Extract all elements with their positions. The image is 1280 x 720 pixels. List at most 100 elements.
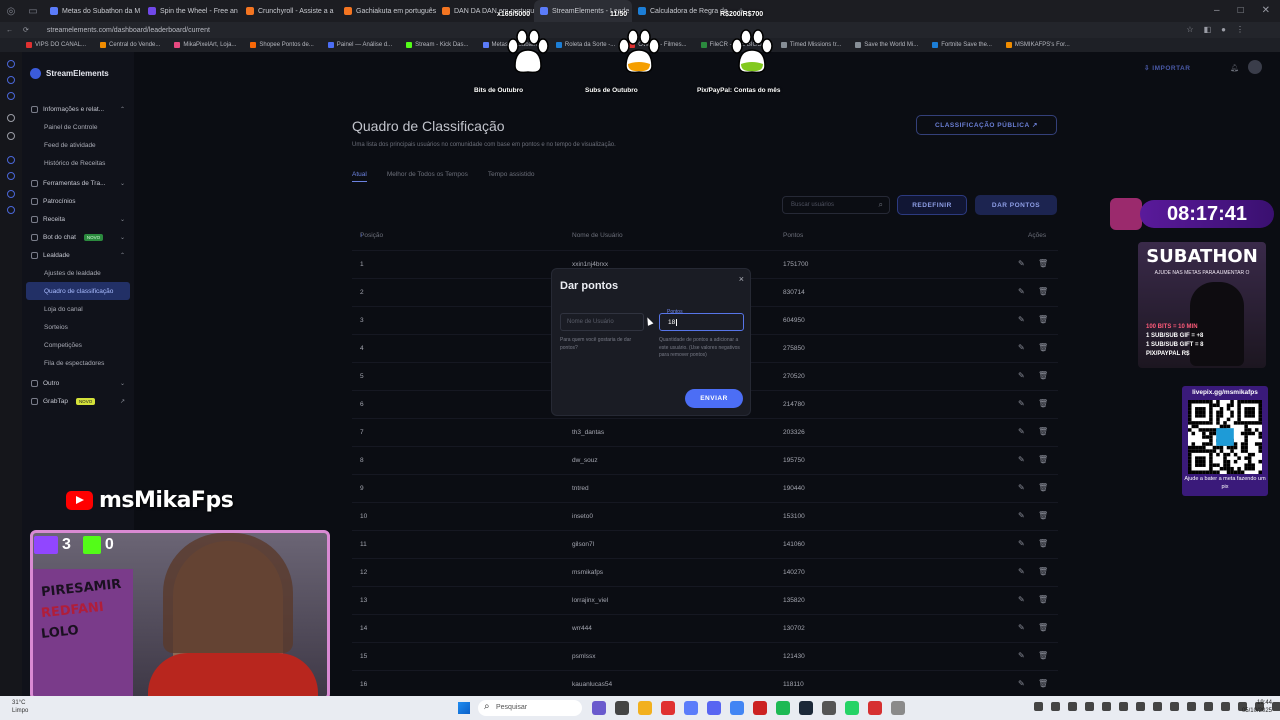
sidebar-item[interactable]: Sorteios bbox=[22, 318, 134, 336]
edit-icon[interactable]: ✎ bbox=[1018, 427, 1025, 436]
edit-icon[interactable]: ✎ bbox=[1018, 511, 1025, 520]
browser-tab[interactable]: Crunchyroll - Assiste a a bbox=[240, 0, 338, 22]
tray-icon[interactable] bbox=[1272, 702, 1280, 711]
app-icon[interactable] bbox=[753, 701, 767, 715]
edit-icon[interactable]: ✎ bbox=[1018, 483, 1025, 492]
sidebar-item[interactable]: Fila de espectadores bbox=[22, 354, 134, 372]
bookmark-item[interactable]: Fortnite Save the... bbox=[932, 42, 992, 48]
bookmark-item[interactable]: Central do Vende... bbox=[100, 42, 160, 48]
delete-icon[interactable]: 🗑︎ bbox=[1038, 679, 1048, 688]
reset-button[interactable]: REDEFINIR bbox=[897, 195, 967, 215]
import-button[interactable]: ⇩ IMPORTAR bbox=[1144, 64, 1190, 72]
profile-icon[interactable]: ● bbox=[1221, 25, 1226, 34]
bookmark-item[interactable]: Painel — Análise d... bbox=[327, 42, 392, 48]
bookmark-star-icon[interactable]: ☆ bbox=[1186, 25, 1193, 34]
sidebar-group[interactable]: Outro ⌄ bbox=[22, 374, 134, 392]
app-icon[interactable] bbox=[868, 701, 882, 715]
edit-icon[interactable]: ✎ bbox=[1018, 455, 1025, 464]
sidebar-group[interactable]: GrabTap NOVO ↗ bbox=[22, 392, 134, 410]
edit-icon[interactable]: ✎ bbox=[1018, 567, 1025, 576]
more-options-icon[interactable]: ⋮ bbox=[1236, 25, 1244, 34]
sidebar-item[interactable]: Competições bbox=[22, 336, 134, 354]
bookmark-item[interactable]: Timed Missions tr... bbox=[780, 42, 841, 48]
tray-icon[interactable] bbox=[1085, 702, 1094, 711]
clock[interactable]: 19:44 05/10/2025 bbox=[1242, 700, 1272, 716]
steam-icon[interactable] bbox=[799, 701, 813, 715]
browser-tab[interactable]: Calculadora de Regra de bbox=[632, 0, 730, 22]
avatar[interactable] bbox=[1248, 60, 1262, 74]
rail-app-icon[interactable] bbox=[7, 76, 15, 84]
give-points-button[interactable]: DAR PONTOS bbox=[975, 195, 1057, 215]
username-input[interactable]: Nome de Usuário bbox=[560, 313, 644, 331]
rail-app-icon[interactable] bbox=[7, 190, 15, 198]
edit-icon[interactable]: ✎ bbox=[1018, 315, 1025, 324]
app-icon[interactable] bbox=[822, 701, 836, 715]
bookmark-item[interactable]: MikaPixelArt, Loja... bbox=[174, 42, 236, 48]
delete-icon[interactable]: 🗑︎ bbox=[1038, 259, 1048, 268]
tray-icon[interactable] bbox=[1119, 702, 1128, 711]
tray-icon[interactable] bbox=[1051, 702, 1060, 711]
minimize-icon[interactable]: – bbox=[1214, 5, 1220, 16]
weather-widget[interactable]: 31°C Limpo bbox=[12, 700, 28, 716]
points-input[interactable]: 18 bbox=[659, 313, 744, 331]
app-icon[interactable] bbox=[661, 701, 675, 715]
spotify-icon[interactable] bbox=[776, 701, 790, 715]
sidebar-item[interactable]: Ajustes de lealdade bbox=[22, 264, 134, 282]
edit-icon[interactable]: ✎ bbox=[1018, 539, 1025, 548]
public-leaderboard-button[interactable]: CLASSIFICAÇÃO PÚBLICA ↗ bbox=[916, 115, 1057, 135]
delete-icon[interactable]: 🗑︎ bbox=[1038, 651, 1048, 660]
delete-icon[interactable]: 🗑︎ bbox=[1038, 287, 1048, 296]
sidebar-item[interactable]: Painel de Controle bbox=[22, 118, 134, 136]
edit-icon[interactable]: ✎ bbox=[1018, 623, 1025, 632]
folder-icon[interactable] bbox=[638, 701, 652, 715]
bookmark-item[interactable]: Stream - Kick Das... bbox=[406, 42, 469, 48]
delete-icon[interactable]: 🗑︎ bbox=[1038, 343, 1048, 352]
rail-app-icon[interactable] bbox=[7, 92, 15, 100]
sidebar-item[interactable]: Histórico de Receitas bbox=[22, 154, 134, 172]
edit-icon[interactable]: ✎ bbox=[1018, 399, 1025, 408]
tray-icon[interactable] bbox=[1221, 702, 1230, 711]
app-icon[interactable] bbox=[684, 701, 698, 715]
edit-icon[interactable]: ✎ bbox=[1018, 371, 1025, 380]
bookmark-item[interactable]: Shopee Pontos de... bbox=[250, 42, 314, 48]
tray-icon[interactable] bbox=[1068, 702, 1077, 711]
edit-icon[interactable]: ✎ bbox=[1018, 287, 1025, 296]
sidebar-group[interactable]: Informações e relat... ⌃ bbox=[22, 100, 134, 118]
edit-icon[interactable]: ✎ bbox=[1018, 259, 1025, 268]
close-window-icon[interactable]: ✕ bbox=[1262, 5, 1270, 16]
edit-icon[interactable]: ✎ bbox=[1018, 651, 1025, 660]
sidebar-item[interactable]: Quadro de classificação bbox=[26, 282, 130, 300]
delete-icon[interactable]: 🗑︎ bbox=[1038, 427, 1048, 436]
bookmark-item[interactable]: Roleta da Sorte -... bbox=[555, 42, 615, 48]
start-icon[interactable] bbox=[458, 702, 470, 714]
bookmark-item[interactable]: VIPS DO CANAL... bbox=[26, 42, 86, 48]
delete-icon[interactable]: 🗑︎ bbox=[1038, 371, 1048, 380]
app-icon[interactable] bbox=[592, 701, 606, 715]
sidebar-group[interactable]: Ferramentas de Tra... ⌄ bbox=[22, 174, 134, 192]
tray-icon[interactable] bbox=[1136, 702, 1145, 711]
tray-icon[interactable] bbox=[1034, 702, 1043, 711]
delete-icon[interactable]: 🗑︎ bbox=[1038, 455, 1048, 464]
rail-app-icon[interactable] bbox=[7, 60, 15, 68]
notifications-icon[interactable]: 🔔︎ bbox=[1230, 64, 1239, 72]
brand[interactable]: StreamElements bbox=[30, 68, 109, 79]
sidebar-group[interactable]: Receita ⌄ bbox=[22, 210, 134, 228]
edit-icon[interactable]: ✎ bbox=[1018, 679, 1025, 688]
taskbar-search[interactable]: Pesquisar bbox=[478, 700, 582, 716]
tray-icon[interactable] bbox=[1102, 702, 1111, 711]
tab-watch-time[interactable]: Tempo assistido bbox=[488, 171, 535, 182]
delete-icon[interactable]: 🗑︎ bbox=[1038, 511, 1048, 520]
delete-icon[interactable]: 🗑︎ bbox=[1038, 595, 1048, 604]
edit-icon[interactable]: ✎ bbox=[1018, 595, 1025, 604]
sidebar-group[interactable]: Patrocínios bbox=[22, 192, 134, 210]
browser-tab[interactable]: Gachiakuta em português bbox=[338, 0, 436, 22]
delete-icon[interactable]: 🗑︎ bbox=[1038, 315, 1048, 324]
tray-icon[interactable] bbox=[1204, 702, 1213, 711]
delete-icon[interactable]: 🗑︎ bbox=[1038, 539, 1048, 548]
search-input[interactable]: Buscar usuários ⌕ bbox=[782, 196, 890, 214]
discord-icon[interactable] bbox=[707, 701, 721, 715]
browser-tab[interactable]: Metas do Subathon da M bbox=[44, 0, 142, 22]
sidebar-group[interactable]: Bot do chat NOVO ⌄ bbox=[22, 228, 134, 246]
edit-icon[interactable]: ✎ bbox=[1018, 343, 1025, 352]
browser-tab[interactable]: Spin the Wheel - Free an bbox=[142, 0, 240, 22]
